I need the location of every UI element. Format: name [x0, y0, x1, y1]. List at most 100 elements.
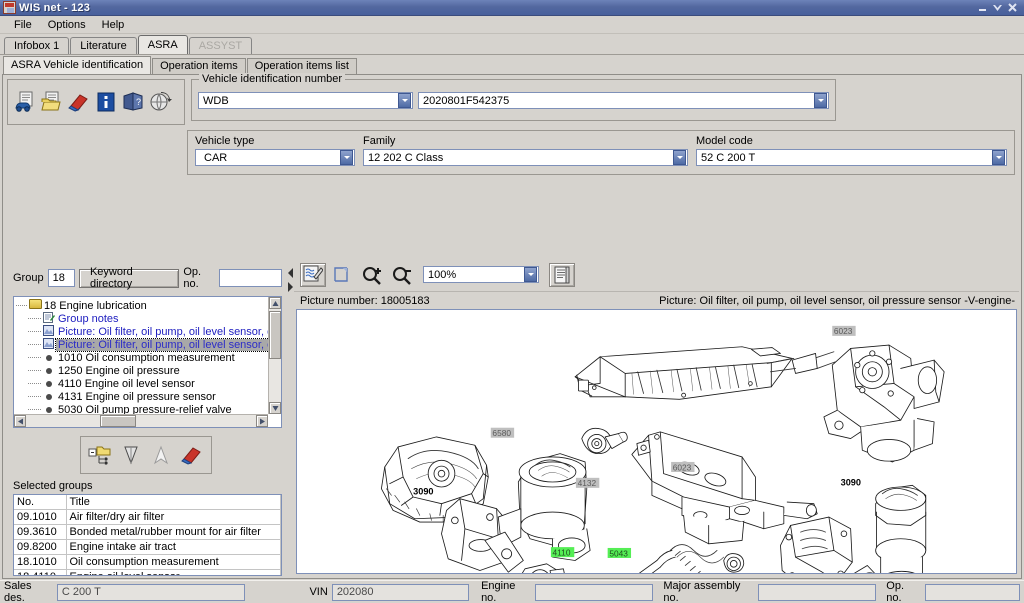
picture-toolbar: 100% [294, 258, 1019, 292]
table-row[interactable]: 09.1010 Air filter/dry air filter [14, 509, 281, 525]
app-icon [3, 1, 16, 14]
tab-operation-items-list[interactable]: Operation items list [246, 58, 357, 74]
picture-canvas[interactable]: 6580 6023 6023 4132 3090 3090 4110 5043 [296, 309, 1017, 574]
table-row[interactable]: 18.1010 Oil consumption measurement [14, 554, 281, 570]
callout-3090-left: 3090 [413, 487, 433, 497]
tree-node-label: Picture: Oil filter, oil pump, oil level… [58, 325, 268, 338]
bullet-icon [42, 378, 56, 390]
move-down-icon[interactable] [119, 443, 143, 467]
tab-operation-items[interactable]: Operation items [152, 58, 246, 74]
vehicle-type-label: Vehicle type [195, 135, 255, 147]
pane-splitter[interactable] [287, 258, 294, 576]
cell-title: Air filter/dry air filter [66, 509, 281, 525]
tree-node[interactable]: 5030 Oil pump pressure-relief valve [16, 403, 268, 414]
keyword-directory-button[interactable]: Keyword directory [78, 266, 180, 290]
group-input[interactable]: 18 [47, 269, 75, 287]
family-combo[interactable]: 12 202 C Class [363, 149, 688, 166]
engine-no-label: Engine no. [481, 580, 516, 603]
tab-infobox-1[interactable]: Infobox 1 [4, 37, 70, 54]
menu-file[interactable]: File [6, 17, 40, 33]
help-book-icon[interactable]: ? [121, 90, 145, 114]
column-header-title: Title [66, 495, 281, 510]
expand-right-icon[interactable] [288, 282, 293, 292]
refresh-globe-icon[interactable] [148, 90, 172, 114]
table-row[interactable]: 18.4110 Engine oil level sensor [14, 569, 281, 575]
fit-to-window-icon[interactable] [330, 263, 356, 287]
callout-4110: 4110 [553, 547, 571, 557]
info-icon[interactable] [94, 90, 118, 114]
tree-vertical-scrollbar[interactable] [268, 297, 281, 414]
menu-help[interactable]: Help [94, 17, 133, 33]
cell-no: 18.1010 [14, 554, 67, 570]
chevron-down-icon[interactable] [340, 150, 353, 165]
expand-tree-icon[interactable] [88, 443, 112, 467]
chevron-down-icon[interactable] [673, 150, 686, 165]
tree-node[interactable]: 1250 Engine oil pressure [16, 364, 268, 377]
technical-drawing: 6580 6023 6023 4132 3090 3090 4110 5043 [380, 325, 945, 573]
tree-node[interactable]: 4131 Engine oil pressure sensor [16, 390, 268, 403]
cell-no: 09.1010 [14, 509, 67, 525]
tab-asra[interactable]: ASRA [137, 35, 188, 54]
scroll-up-button[interactable] [269, 297, 281, 309]
chevron-down-icon[interactable] [992, 150, 1005, 165]
table-row[interactable]: 09.3610 Bonded metal/rubber mount for ai… [14, 524, 281, 540]
zoom-level-combo[interactable]: 100% [423, 266, 539, 283]
model-code-label: Model code [696, 135, 753, 147]
vehicle-document-icon[interactable] [13, 90, 37, 114]
tree-node[interactable]: 4110 Engine oil level sensor [16, 377, 268, 390]
chevron-down-icon[interactable] [524, 267, 537, 282]
restore-button[interactable] [992, 2, 1003, 13]
selected-groups-table-container: No. Title 09.1010 Air filter/dry air fil… [13, 494, 282, 576]
zoom-out-icon[interactable] [390, 263, 416, 287]
column-header-no: No. [14, 495, 67, 510]
bullet-icon [42, 391, 56, 403]
tree-node[interactable]: 18 Engine lubrication [16, 299, 268, 312]
tree-node-label: 1010 Oil consumption measurement [58, 351, 235, 364]
scroll-thumb[interactable] [269, 311, 281, 359]
vehicle-type-combo[interactable]: CAR [195, 149, 355, 166]
callout-6023-a: 6023 [673, 462, 692, 472]
close-button[interactable] [1007, 2, 1018, 13]
tree-node[interactable]: Picture: Oil filter, oil pump, oil level… [16, 324, 268, 338]
minimize-button[interactable] [977, 2, 988, 13]
scroll-thumb[interactable] [100, 415, 136, 427]
eraser-icon[interactable] [67, 90, 91, 114]
tree-tools-toolbar [80, 436, 212, 474]
move-up-icon[interactable] [149, 443, 173, 467]
group-tree[interactable]: 18 Engine lubrication Group notes Pictur… [14, 297, 268, 414]
tree-node-label: Group notes [58, 312, 119, 325]
zoom-in-icon[interactable] [360, 263, 386, 287]
annotate-icon[interactable] [300, 262, 326, 287]
print-document-icon[interactable] [549, 262, 575, 287]
table-row[interactable]: 09.8200 Engine intake air tract [14, 539, 281, 555]
status-bar: Sales des. C 200 T VIN 202080 Engine no.… [0, 580, 1024, 603]
tree-node[interactable]: 1010 Oil consumption measurement [16, 351, 268, 364]
zoom-level-value: 100% [428, 268, 457, 281]
model-code-combo[interactable]: 52 C 200 T [696, 149, 1007, 166]
vin-prefix-combo[interactable]: WDB [198, 92, 413, 109]
callout-5043: 5043 [609, 548, 628, 558]
tree-horizontal-scrollbar[interactable] [14, 414, 268, 427]
menu-options[interactable]: Options [40, 17, 94, 33]
chevron-down-icon[interactable] [398, 93, 411, 108]
open-folder-document-icon[interactable] [40, 90, 64, 114]
family-value: 12 202 C Class [368, 151, 444, 164]
tab-literature[interactable]: Literature [70, 37, 137, 54]
family-label: Family [363, 135, 396, 147]
tree-node-selected[interactable]: Picture: Oil filter, oil pump, oil level… [16, 337, 268, 352]
scroll-left-button[interactable] [14, 415, 26, 427]
vin-group-legend: Vehicle identification number [199, 73, 346, 85]
title-bar: WIS net - 123 [0, 0, 1024, 16]
collapse-left-icon[interactable] [288, 268, 293, 278]
selected-groups-table: No. Title 09.1010 Air filter/dry air fil… [14, 495, 281, 575]
scroll-right-button[interactable] [256, 415, 268, 427]
chevron-down-icon[interactable] [814, 93, 827, 108]
eraser-icon[interactable] [180, 443, 204, 467]
vin-number-combo[interactable]: 2020801F542375 [418, 92, 829, 109]
scroll-down-button[interactable] [269, 402, 281, 414]
tab-asra-vehicle-identification[interactable]: ASRA Vehicle identification [3, 56, 152, 74]
tree-node[interactable]: Group notes [16, 311, 268, 325]
callout-6023-b: 6023 [834, 326, 853, 336]
cell-title: Bonded metal/rubber mount for air filter [66, 524, 281, 540]
op-no-input[interactable] [219, 269, 283, 287]
